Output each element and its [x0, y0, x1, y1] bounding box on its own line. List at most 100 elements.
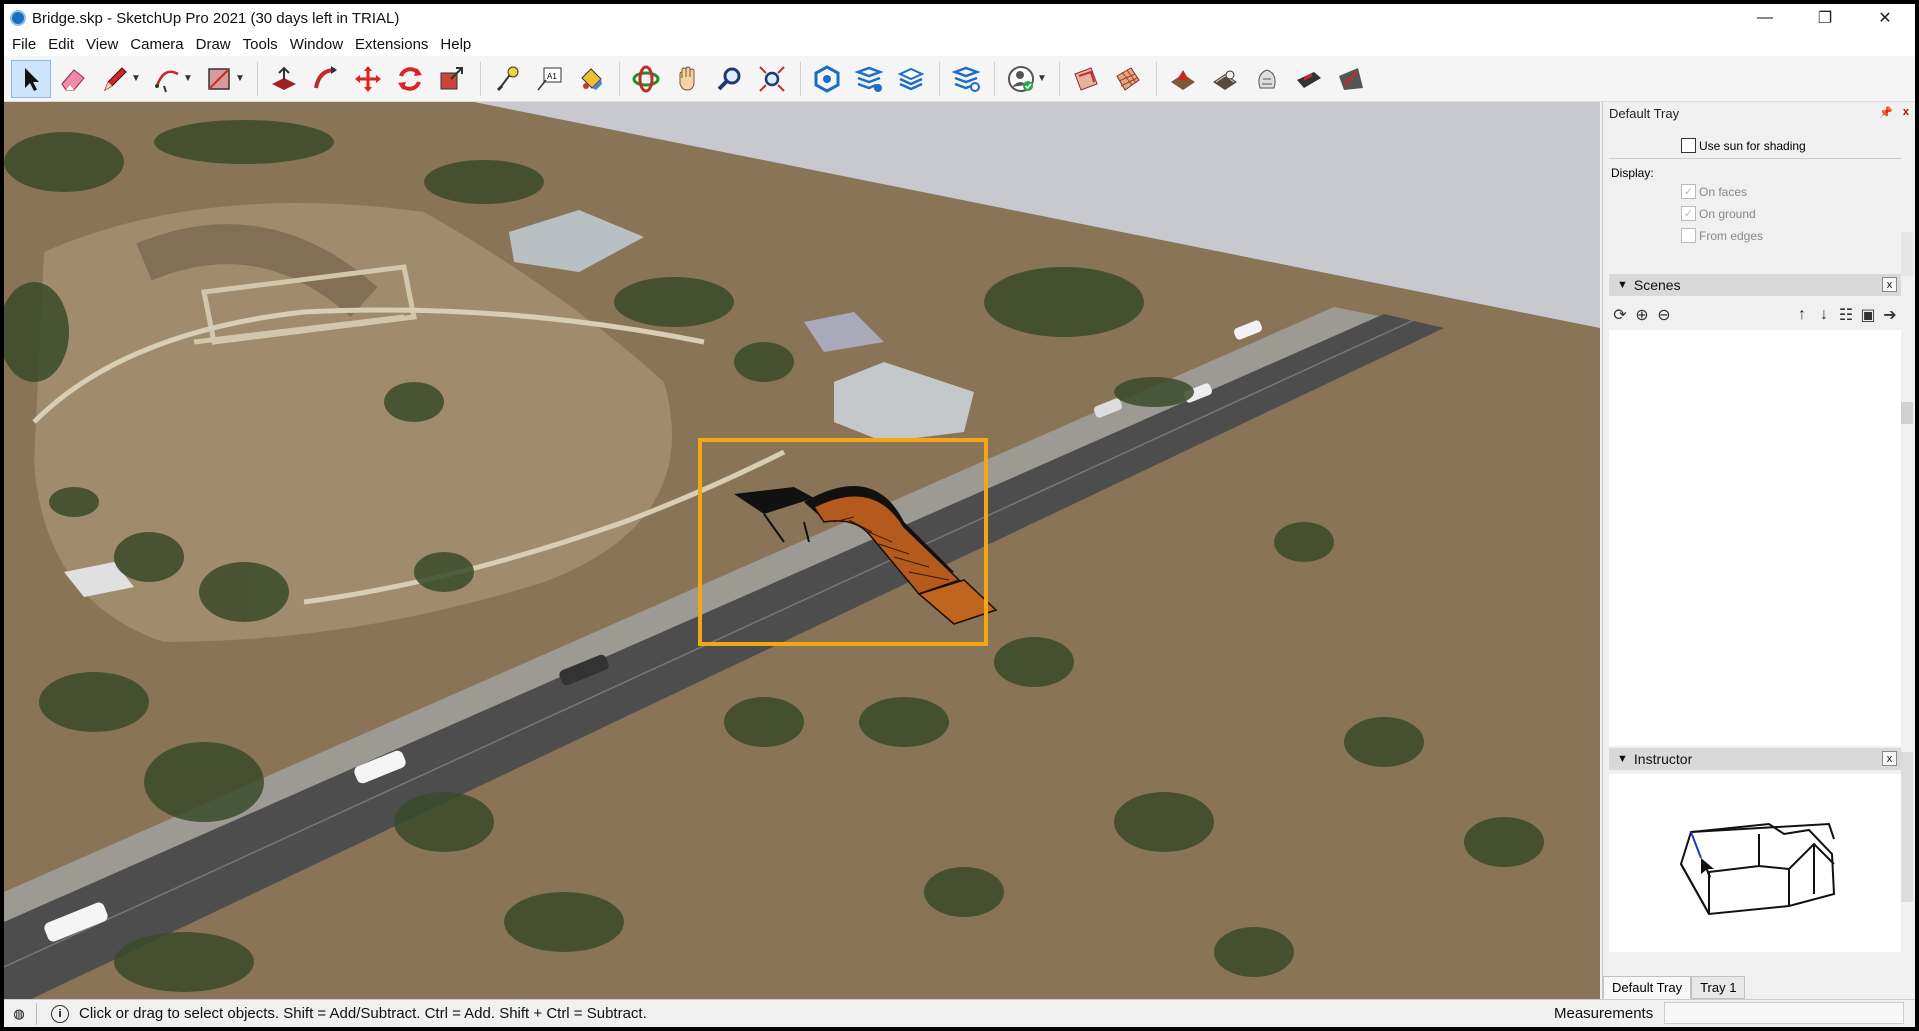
menu-camera[interactable]: Camera: [125, 36, 190, 53]
move-tool-button[interactable]: [348, 60, 388, 98]
move-down-icon[interactable]: ↓: [1813, 304, 1835, 326]
scenes-panel-header[interactable]: ▼ Scenes x: [1609, 274, 1901, 296]
paint-bucket-icon: [581, 67, 602, 90]
info-icon[interactable]: i: [51, 1004, 69, 1023]
instructor-scrollbar[interactable]: [1901, 752, 1913, 902]
account-button[interactable]: [1001, 60, 1041, 98]
from-edges-checkbox[interactable]: [1681, 228, 1696, 243]
refresh-icon[interactable]: ⟳: [1609, 304, 1631, 326]
warehouse-icon: [814, 64, 840, 93]
extension-warehouse-button[interactable]: [849, 60, 889, 98]
add-location-button[interactable]: [1066, 60, 1106, 98]
line-tool-button[interactable]: [95, 60, 135, 98]
menu-draw[interactable]: Draw: [191, 36, 238, 53]
chevron-down-icon[interactable]: ▼: [131, 73, 141, 84]
remove-scene-icon[interactable]: ⊖: [1653, 304, 1675, 326]
on-ground-row[interactable]: ✓ On ground: [1681, 206, 1756, 221]
sandbox-from-scratch-button[interactable]: [1205, 60, 1245, 98]
add-location-icon: [1074, 66, 1098, 91]
sandbox-contours-icon: [1171, 69, 1195, 90]
menu-edit[interactable]: Edit: [43, 36, 81, 53]
3d-warehouse-button[interactable]: [807, 60, 847, 98]
default-tray: Default Tray 📌 x Use sun for shading Dis…: [1602, 102, 1915, 999]
eraser-tool-button[interactable]: [53, 60, 93, 98]
toggle-terrain-button[interactable]: [1108, 60, 1148, 98]
large-toolset: ▼ ▼ ▼ A1 ▼: [4, 56, 1915, 102]
collapse-triangle-icon[interactable]: ▼: [1617, 753, 1628, 765]
menu-view[interactable]: View: [81, 36, 125, 53]
zoom-extents-button[interactable]: [752, 60, 792, 98]
menu-help[interactable]: Help: [435, 36, 478, 53]
collapse-triangle-icon[interactable]: ▼: [1617, 279, 1628, 291]
toolbar-separator: [619, 61, 620, 96]
scale-icon: [440, 66, 463, 89]
chevron-down-icon[interactable]: ▼: [183, 73, 193, 84]
geolocation-icon[interactable]: ◍: [10, 1005, 28, 1023]
close-button[interactable]: ✕: [1855, 4, 1915, 32]
details-icon[interactable]: ▣: [1857, 304, 1879, 326]
toolbar-separator: [1156, 61, 1157, 96]
follow-me-tool-button[interactable]: [306, 60, 346, 98]
drawing-viewport[interactable]: [4, 102, 1600, 999]
push-pull-tool-button[interactable]: [264, 60, 304, 98]
menu-window[interactable]: Window: [285, 36, 350, 53]
layout-send-button[interactable]: [891, 60, 931, 98]
tab-default-tray[interactable]: Default Tray: [1603, 976, 1692, 999]
eraser-icon: [61, 68, 85, 90]
extension-manager-button[interactable]: [946, 60, 986, 98]
menu-tools[interactable]: Tools: [238, 36, 285, 53]
pan-tool-button[interactable]: [668, 60, 708, 98]
on-ground-checkbox[interactable]: ✓: [1681, 206, 1696, 221]
menu-extensions[interactable]: Extensions: [350, 36, 435, 53]
orbit-tool-button[interactable]: [626, 60, 666, 98]
tab-tray-1[interactable]: Tray 1: [1691, 976, 1746, 999]
add-scene-icon[interactable]: ⊕: [1631, 304, 1653, 326]
chevron-down-icon[interactable]: ▼: [1037, 73, 1047, 84]
tape-measure-tool-button[interactable]: [487, 60, 527, 98]
close-icon[interactable]: x: [1882, 751, 1897, 766]
move-up-icon[interactable]: ↑: [1791, 304, 1813, 326]
chevron-down-icon[interactable]: ▼: [235, 73, 245, 84]
from-edges-label: From edges: [1699, 228, 1764, 243]
stamp-button[interactable]: [1289, 60, 1329, 98]
arc-tool-button[interactable]: [147, 60, 187, 98]
sandbox-from-contours-button[interactable]: [1163, 60, 1203, 98]
menu-file[interactable]: File: [7, 36, 43, 53]
toolbar-separator: [939, 61, 940, 96]
close-icon[interactable]: x: [1882, 277, 1897, 292]
shadows-panel: Use sun for shading Display: ✓ On faces …: [1609, 128, 1901, 256]
zoom-tool-button[interactable]: [710, 60, 750, 98]
drape-button[interactable]: [1331, 60, 1371, 98]
use-sun-checkbox[interactable]: [1681, 138, 1696, 153]
pin-icon[interactable]: 📌: [1879, 106, 1893, 119]
text-tool-button[interactable]: A1: [529, 60, 569, 98]
scenes-list[interactable]: [1609, 330, 1901, 746]
scale-tool-button[interactable]: [432, 60, 472, 98]
minimize-button[interactable]: —: [1735, 4, 1795, 32]
view-options-icon[interactable]: ☷: [1835, 304, 1857, 326]
terrain-grid-icon: [1116, 66, 1140, 91]
on-faces-row[interactable]: ✓ On faces: [1681, 184, 1747, 199]
restore-button[interactable]: ❐: [1795, 4, 1855, 32]
scenes-scrollbar-thumb[interactable]: [1901, 402, 1913, 424]
select-tool-button[interactable]: [11, 59, 51, 98]
measurements-input[interactable]: [1664, 1002, 1904, 1024]
arc-icon: [155, 70, 179, 92]
on-faces-checkbox[interactable]: ✓: [1681, 184, 1696, 199]
measurements-label: Measurements: [1554, 1005, 1654, 1022]
smoove-button[interactable]: [1247, 60, 1287, 98]
sketchup-window: Bridge.skp - SketchUp Pro 2021 (30 days …: [4, 4, 1915, 1027]
paint-bucket-tool-button[interactable]: [571, 60, 611, 98]
smoove-icon: [1258, 68, 1276, 88]
arrow-cursor-icon: [25, 67, 39, 91]
use-sun-row[interactable]: Use sun for shading: [1681, 138, 1806, 153]
from-edges-row[interactable]: From edges: [1681, 228, 1763, 243]
instructor-panel-header[interactable]: ▼ Instructor x: [1609, 748, 1901, 770]
expand-icon[interactable]: ➔: [1879, 304, 1901, 326]
rotate-tool-button[interactable]: [390, 60, 430, 98]
tape-measure-icon: [496, 66, 519, 91]
on-ground-label: On ground: [1699, 206, 1756, 221]
tray-scrollbar[interactable]: [1901, 232, 1913, 276]
close-icon[interactable]: x: [1903, 106, 1909, 118]
rectangle-tool-button[interactable]: [199, 60, 239, 98]
